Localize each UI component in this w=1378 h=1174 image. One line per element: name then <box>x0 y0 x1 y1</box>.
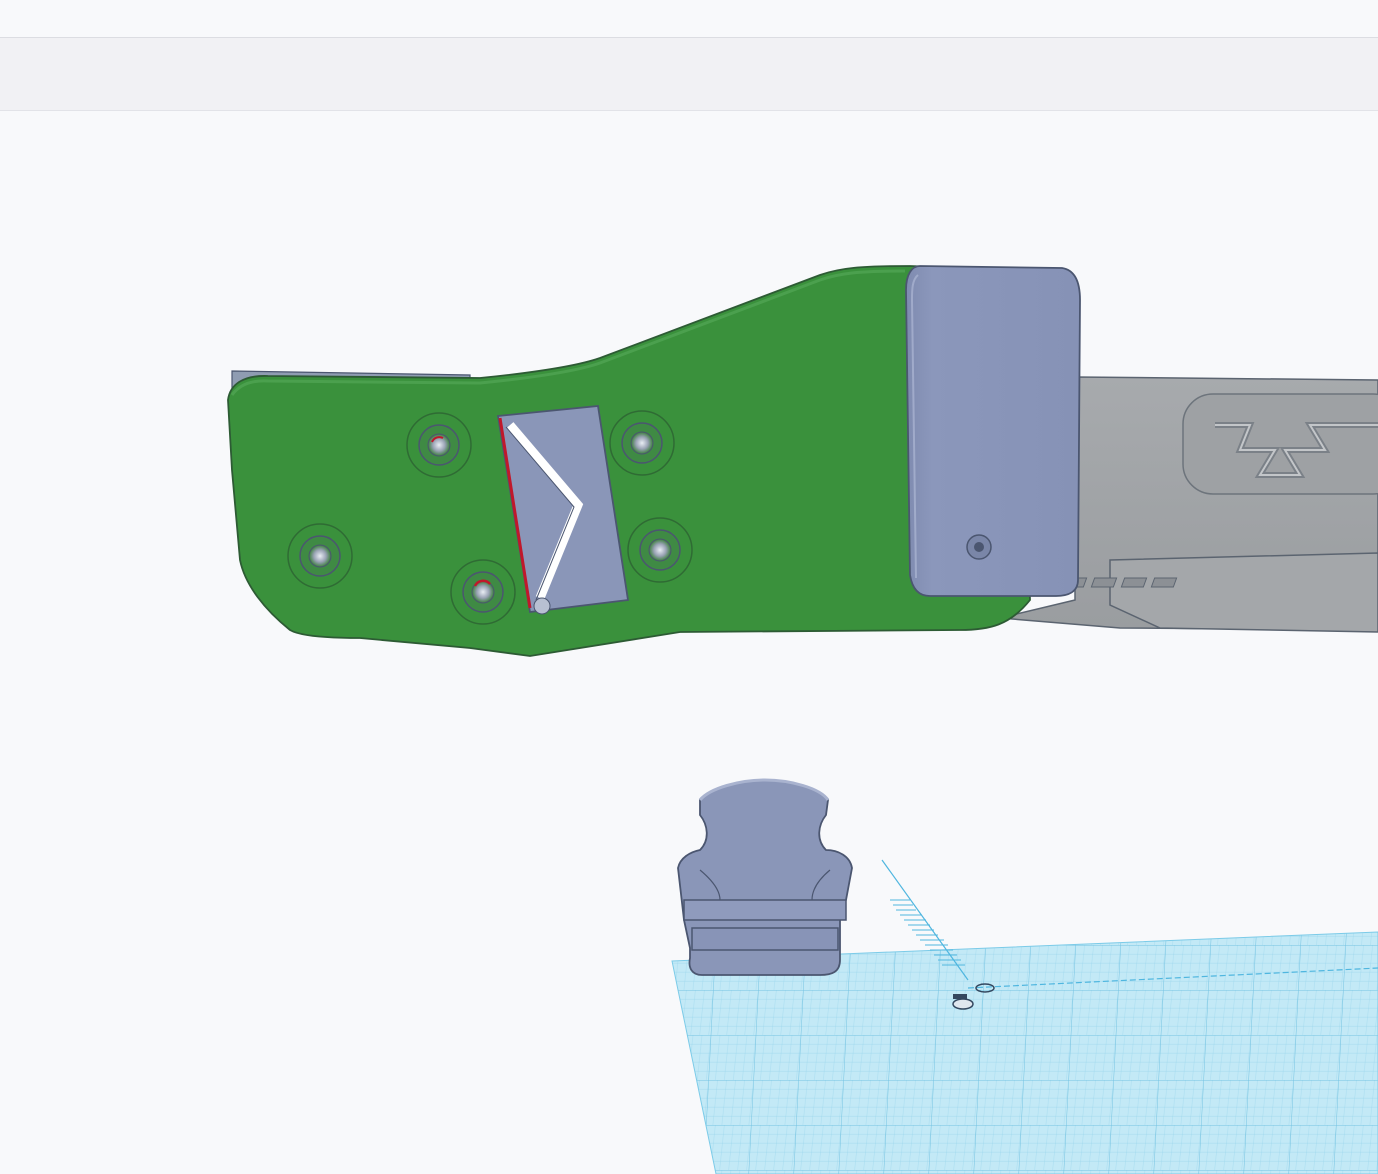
3d-viewport[interactable] <box>0 111 1378 1174</box>
scene-canvas[interactable] <box>0 111 1378 1174</box>
top-bar <box>0 0 1378 38</box>
blue-end-cap[interactable] <box>905 265 1081 597</box>
app-window <box>0 0 1378 1174</box>
toolbar <box>0 38 1378 111</box>
blue-clip[interactable] <box>677 778 853 976</box>
